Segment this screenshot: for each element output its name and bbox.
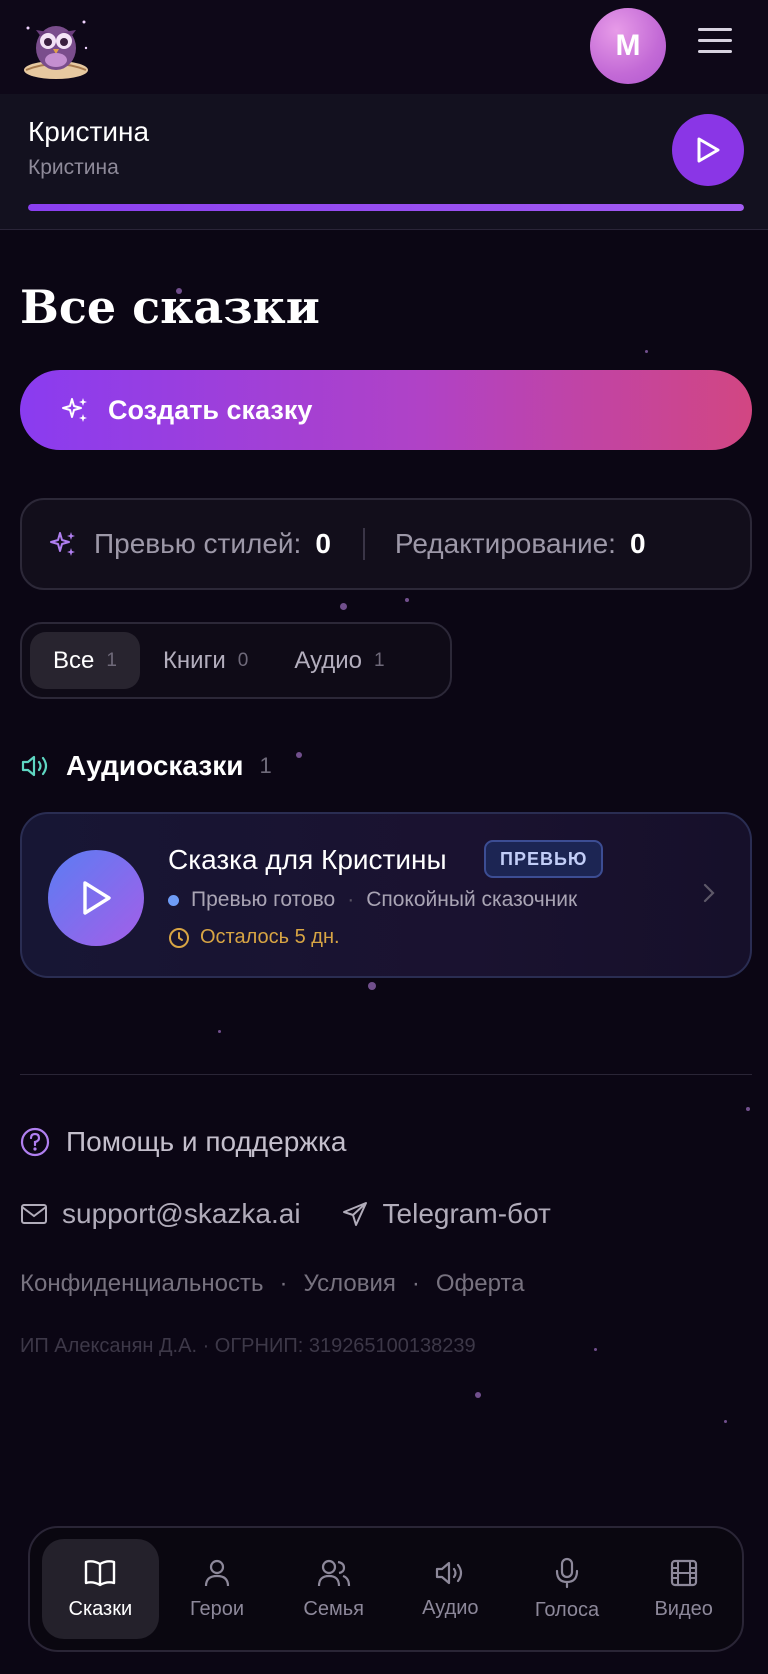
help-icon [20,1127,50,1157]
quota-panel: Превью стилей: 0 Редактирование: 0 [20,498,752,590]
story-title: Сказка для Кристины [168,844,447,875]
nav-heroes[interactable]: Герои [159,1539,276,1639]
telegram-label: Telegram-бот [382,1198,551,1229]
speaker-icon [436,1561,463,1584]
audio-section-header: Аудиосказки 1 [20,750,272,782]
play-icon [697,137,720,163]
meta-separator: · [347,888,355,911]
support-email: support@skazka.ai [62,1198,301,1229]
owl-book-logo[interactable] [18,8,94,84]
legal-separator: · [411,1270,420,1297]
background-star [405,598,409,602]
nav-video[interactable]: Видео [625,1539,742,1639]
bottom-navigation: Сказки Герои Семья Аудио Голоса Видео [28,1526,744,1652]
nav-audio[interactable]: Аудио [392,1539,509,1639]
story-play-button[interactable] [48,850,144,946]
send-icon [342,1202,367,1226]
quota-divider [362,528,365,560]
styles-preview-label: Превью стилей: [94,528,302,559]
clock-icon [169,927,189,948]
nav-label: Сказки [68,1597,133,1620]
user-avatar[interactable]: M [590,8,666,84]
sparkles-icon [62,398,87,422]
nav-label: Семья [303,1597,364,1620]
speaker-icon [21,755,48,777]
progress-fill [28,204,744,211]
telegram-link[interactable]: Telegram-бот [341,1198,551,1230]
editing-label: Редактирование: [394,528,616,559]
story-card[interactable]: Сказка для Кристины ПРЕВЬЮ Превью готово… [20,812,752,978]
page-title: Все сказки [20,280,320,334]
preview-badge: ПРЕВЬЮ [484,840,604,878]
chevron-right-icon [702,882,716,909]
legal-links: Конфиденциальность · Условия · Оферта [20,1270,525,1298]
terms-link[interactable]: Условия [303,1270,395,1298]
nav-tales[interactable]: Сказки [42,1539,159,1639]
help-title: Помощь и поддержка [66,1126,347,1157]
now-playing-progress[interactable] [28,204,744,211]
tab-label: Аудио [294,646,363,674]
legal-separator: · [279,1270,288,1297]
sparkles-icon [50,532,75,556]
background-star [645,350,648,353]
audio-section-count: 1 [259,753,272,778]
nav-voices[interactable]: Голоса [509,1539,626,1639]
now-playing-bar: Кристина Кристина [0,94,768,230]
nav-label: Аудио [422,1596,479,1619]
tab-count: 0 [237,649,249,671]
mail-icon [21,1204,47,1224]
background-star [724,1420,727,1423]
tab-books[interactable]: Книги 0 [140,632,271,689]
tab-label: Все [53,646,95,674]
story-expiry-text: Осталось 5 дн. [200,926,340,948]
create-story-button[interactable]: Создать сказку [20,370,752,450]
tab-all[interactable]: Все 1 [30,632,140,689]
editing-count: 0 [629,528,646,559]
background-star [218,1030,221,1033]
person-icon [204,1559,230,1586]
nav-label: Голоса [534,1598,600,1621]
story-meta: Превью готово · Спокойный сказочник [168,888,577,912]
create-story-label: Создать сказку [108,394,313,425]
film-icon [670,1559,697,1586]
nav-label: Видео [654,1597,713,1620]
background-star [475,1392,481,1398]
status-dot [168,894,179,906]
nav-family[interactable]: Семья [275,1539,392,1639]
microphone-icon [555,1557,579,1588]
background-star [340,603,347,610]
background-star [296,752,302,758]
now-playing-title: Кристина [28,116,150,147]
nav-label: Герои [189,1597,245,1620]
tab-label: Книги [162,646,226,674]
privacy-link[interactable]: Конфиденциальность [20,1270,263,1298]
now-playing-subtitle: Кристина [28,156,119,179]
audio-section-title: Аудиосказки [66,750,244,781]
styles-preview-count: 0 [315,528,331,559]
background-star [746,1107,750,1111]
filter-tabs: Все 1 Книги 0 Аудио 1 [20,622,452,699]
now-playing-play-button[interactable] [672,114,744,186]
people-icon [317,1559,350,1586]
tab-count: 1 [374,649,385,671]
story-narrator: Спокойный сказочник [366,888,578,911]
background-star [594,1348,597,1351]
hamburger-menu-icon[interactable] [698,28,732,62]
offer-link[interactable]: Оферта [436,1270,525,1298]
support-email-link[interactable]: support@skazka.ai [20,1198,301,1230]
help-section[interactable]: Помощь и поддержка [20,1126,346,1158]
top-bar: M [0,0,768,94]
story-status: Превью готово [191,888,336,911]
play-icon [83,881,111,915]
background-star [368,982,376,990]
tab-audio[interactable]: Аудио 1 [271,632,407,689]
company-info: ИП Алексанян Д.А. · ОГРНИП: 319265100138… [20,1335,476,1357]
tab-count: 1 [106,649,117,671]
book-icon [85,1559,116,1586]
footer-divider [20,1074,752,1075]
story-expiry: Осталось 5 дн. [168,926,340,949]
support-contacts: support@skazka.ai Telegram-бот [20,1198,551,1230]
